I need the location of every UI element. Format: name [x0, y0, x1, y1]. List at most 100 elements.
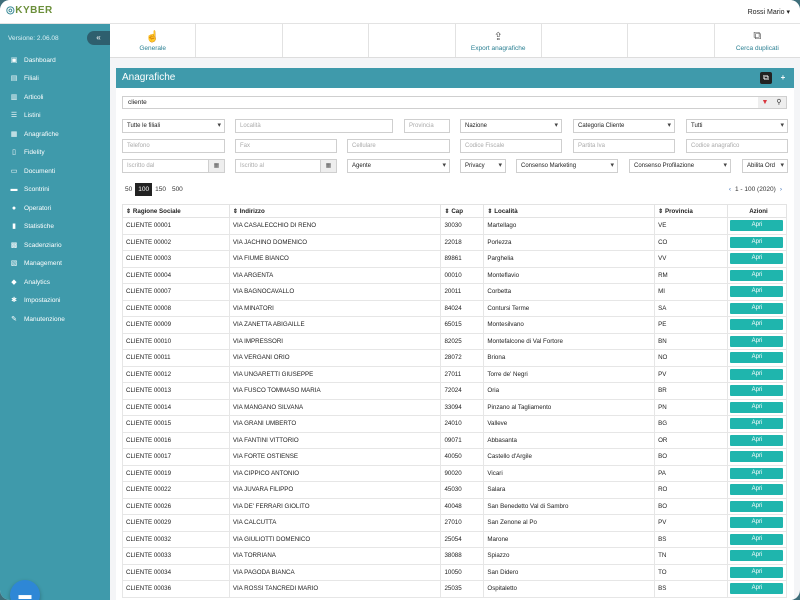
- fax-field[interactable]: Fax: [235, 139, 337, 153]
- cellulare-field[interactable]: Cellulare: [347, 139, 450, 153]
- page-size-50[interactable]: 50: [122, 183, 135, 196]
- apri-button[interactable]: Apri: [730, 302, 784, 314]
- actions-cell: Apri: [726, 580, 788, 598]
- apri-button[interactable]: Apri: [730, 401, 784, 413]
- apri-button[interactable]: Apri: [730, 418, 784, 430]
- apri-button[interactable]: Apri: [730, 335, 784, 347]
- search-icon[interactable]: ⚲: [772, 97, 786, 108]
- column-header[interactable]: ⇕ Cap: [440, 204, 485, 218]
- sidebar-item-impostazioni[interactable]: ✱ Impostazioni: [0, 292, 110, 311]
- table-cell: Salara: [483, 481, 656, 499]
- table-cell: VIA IMPRESSORI: [228, 332, 442, 350]
- collapse-sidebar-button[interactable]: «: [87, 31, 110, 45]
- column-header[interactable]: ⇕ Indirizzo: [228, 204, 442, 218]
- agente-select[interactable]: Agente: [347, 159, 450, 173]
- sidebar-item-analytics[interactable]: ◆ Analytics: [0, 273, 110, 292]
- table-row: CLIENTE 00014 VIA MANGANO SILVANA 33094 Pin…: [122, 398, 788, 416]
- apri-button[interactable]: Apri: [730, 253, 784, 265]
- chat-icon[interactable]: ▬: [10, 580, 40, 600]
- sidebar-item-anagrafiche[interactable]: ▦ Anagrafiche: [0, 125, 110, 144]
- user-menu[interactable]: Rossi Mario ▾: [748, 8, 790, 16]
- generale-button[interactable]: ☝ Generale: [110, 24, 197, 57]
- sidebar-item-scontrini[interactable]: ▬ Scontrini: [0, 181, 110, 200]
- apri-button[interactable]: Apri: [730, 566, 784, 578]
- apri-button[interactable]: Apri: [730, 583, 784, 595]
- filter-icon[interactable]: ▼: [758, 97, 772, 108]
- sidebar-item-fidelity[interactable]: ▯ Fidelity: [0, 144, 110, 163]
- sidebar-item-management[interactable]: ▧ Management: [0, 255, 110, 274]
- table-cell: 20011: [440, 283, 485, 301]
- sidebar-item-statistiche[interactable]: ▮ Statistiche: [0, 218, 110, 237]
- page-size-500[interactable]: 500: [169, 183, 186, 196]
- sidebar-item-articoli[interactable]: ▥ Articoli: [0, 88, 110, 107]
- tutti-select[interactable]: Tutti: [686, 119, 788, 133]
- sidebar-item-label: Management: [24, 260, 62, 268]
- iscritto-al-field[interactable]: Iscritto al ▦: [235, 159, 337, 173]
- page-size-150[interactable]: 150: [152, 183, 169, 196]
- sidebar-item-dashboard[interactable]: ▣ Dashboard: [0, 51, 110, 70]
- actions-cell: Apri: [726, 266, 788, 284]
- sidebar-item-filiali[interactable]: ▤ Filiali: [0, 70, 110, 89]
- iscritto-dal-field[interactable]: Iscritto dal ▦: [122, 159, 225, 173]
- apri-button[interactable]: Apri: [730, 319, 784, 331]
- apri-button[interactable]: Apri: [730, 484, 784, 496]
- apri-button[interactable]: Apri: [730, 236, 784, 248]
- sidebar-item-icon: ✎: [11, 315, 17, 323]
- categoria-cliente-select[interactable]: Categoria Cliente: [573, 119, 675, 133]
- sidebar-item-operatori[interactable]: ● Operatori: [0, 199, 110, 218]
- apri-button[interactable]: Apri: [730, 385, 784, 397]
- telefono-field[interactable]: Telefono: [122, 139, 225, 153]
- add-icon[interactable]: +: [777, 72, 789, 84]
- export-anagrafiche-button[interactable]: ⇪ Export anagrafiche: [456, 24, 542, 57]
- calendar-icon[interactable]: ▦: [208, 160, 224, 172]
- table-cell: CLIENTE 00010: [122, 332, 230, 350]
- localita-field[interactable]: Località: [235, 119, 393, 133]
- apri-button[interactable]: Apri: [730, 550, 784, 562]
- next-page-icon[interactable]: ›: [780, 186, 782, 193]
- apri-button[interactable]: Apri: [730, 220, 784, 232]
- apri-button[interactable]: Apri: [730, 500, 784, 512]
- sidebar-item-icon: ▣: [10, 56, 18, 64]
- table-cell: Castello d'Argile: [483, 448, 656, 466]
- actions-cell: Apri: [726, 283, 788, 301]
- table-row: CLIENTE 00007 VIA BAGNOCAVALLO 20011 Corbet…: [122, 283, 788, 301]
- provincia-field[interactable]: Provincia: [404, 119, 450, 133]
- cerca-duplicati-button[interactable]: ⧉ Cerca duplicati: [715, 24, 800, 57]
- apri-button[interactable]: Apri: [730, 352, 784, 364]
- table-cell: Pinzano al Tagliamento: [483, 398, 656, 416]
- consenso-marketing-select[interactable]: Consenso Marketing: [516, 159, 618, 173]
- column-header[interactable]: ⇕ Ragione Sociale: [122, 204, 230, 218]
- nazione-select[interactable]: Nazione: [460, 119, 562, 133]
- table-cell: NO: [654, 349, 728, 367]
- sidebar-item-scadenziario[interactable]: ▩ Scadenziario: [0, 236, 110, 255]
- sidebar-item-listini[interactable]: ☰ Listini: [0, 107, 110, 126]
- consenso-profilazione-select[interactable]: Consenso Profilazione: [629, 159, 731, 173]
- column-header[interactable]: ⇕ Località: [483, 204, 656, 218]
- table-cell: CLIENTE 00034: [122, 563, 230, 581]
- apri-button[interactable]: Apri: [730, 451, 784, 463]
- apri-button[interactable]: Apri: [730, 269, 784, 281]
- partita-iva-field[interactable]: Partita Iva: [573, 139, 675, 153]
- table-cell: 09071: [440, 431, 485, 449]
- column-header[interactable]: ⇕ Provincia: [654, 204, 728, 218]
- abilita-ord-select[interactable]: Abilita Ord: [742, 159, 788, 173]
- codice-anagrafico-field[interactable]: Codice anagrafico: [686, 139, 788, 153]
- codice-fiscale-field[interactable]: Codice Fiscale: [460, 139, 562, 153]
- apri-button[interactable]: Apri: [730, 368, 784, 380]
- apri-button[interactable]: Apri: [730, 533, 784, 545]
- search-input[interactable]: cliente: [128, 99, 147, 106]
- filiali-select[interactable]: Tutte le filiali: [122, 119, 225, 133]
- sidebar-item-documenti[interactable]: ▭ Documenti: [0, 162, 110, 181]
- page-size-100[interactable]: 100: [135, 183, 153, 196]
- apri-button[interactable]: Apri: [730, 467, 784, 479]
- table-header-row: ⇕ Ragione Sociale ⇕ Indirizzo ⇕ Cap ⇕ Local…: [122, 204, 788, 218]
- calendar-icon[interactable]: ▦: [320, 160, 336, 172]
- apri-button[interactable]: Apri: [730, 434, 784, 446]
- sidebar-item-manutenzione[interactable]: ✎ Manutenzione: [0, 310, 110, 329]
- copy-icon[interactable]: ⧉: [760, 72, 772, 84]
- search-bar[interactable]: cliente ▼ ⚲: [122, 96, 787, 109]
- apri-button[interactable]: Apri: [730, 517, 784, 529]
- prev-page-icon[interactable]: ‹: [729, 186, 731, 193]
- apri-button[interactable]: Apri: [730, 286, 784, 298]
- privacy-select[interactable]: Privacy: [460, 159, 506, 173]
